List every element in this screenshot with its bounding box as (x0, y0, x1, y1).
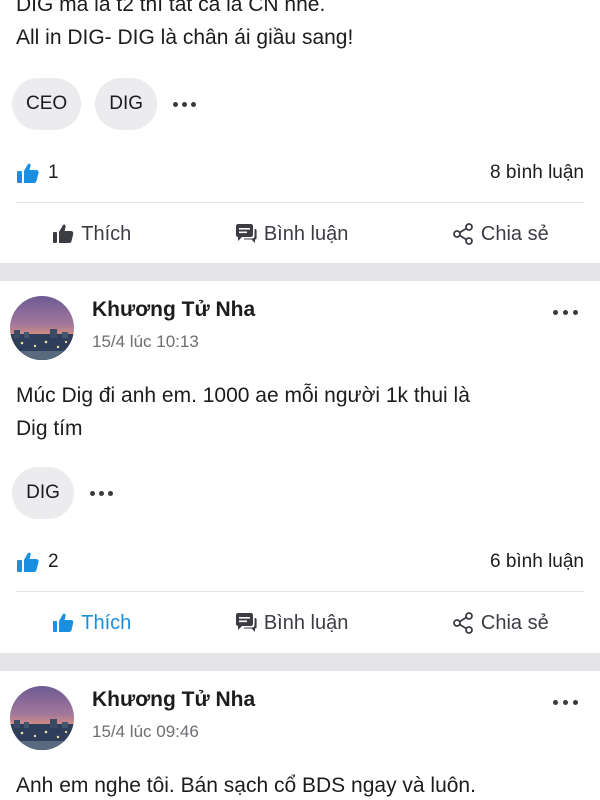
avatar-image (10, 296, 74, 360)
share-button-label: Chia sẻ (480, 222, 549, 245)
post-2-text: Múc Dig đi anh em. 1000 ae mỗi người 1k … (16, 379, 584, 445)
post-1-text-line2: All in DIG- DIG là chân ái giầu sang! (16, 26, 354, 49)
thumbs-up-icon (53, 224, 74, 243)
author-name[interactable]: Khương Tử Nha (92, 298, 255, 322)
share-button[interactable]: Chia sẻ (443, 607, 557, 639)
post-1-stats: 1 8 bình luận (16, 158, 584, 188)
post-1-text: DIG mà là t2 thì tất cả là CN nhé. All i… (16, 0, 584, 54)
like-button[interactable]: Thích (43, 607, 139, 639)
comment-count[interactable]: 6 bình luận (490, 551, 584, 573)
post-separator (0, 653, 600, 671)
like-summary[interactable]: 1 (16, 162, 59, 184)
post-1-tags: CEO DIG (12, 78, 198, 130)
post-2-text-line1: Múc Dig đi anh em. 1000 ae mỗi người 1k … (16, 384, 470, 407)
more-tags-icon[interactable] (88, 490, 115, 496)
post-2-divider (16, 591, 584, 592)
post-2-tags: DIG (12, 467, 115, 519)
share-button-label: Chia sẻ (480, 611, 549, 634)
comment-button-label: Bình luận (263, 611, 349, 634)
post-1-actions: Thích Bình luận Chia sẻ (0, 214, 600, 254)
more-tags-icon[interactable] (171, 101, 198, 107)
post-3: Khương Tử Nha 15/4 lúc 09:46 Anh em nghe… (0, 671, 600, 800)
share-icon (453, 612, 473, 634)
post-separator (0, 263, 600, 281)
like-summary[interactable]: 2 (16, 551, 59, 573)
tag-dig[interactable]: DIG (12, 467, 74, 519)
post-2-text-line2: Dig tím (16, 417, 83, 440)
share-icon (453, 223, 473, 245)
post-2-stats: 2 6 bình luận (16, 547, 584, 577)
comment-button-label: Bình luận (263, 222, 349, 245)
like-count-icon (17, 552, 39, 572)
comment-bubble-icon (235, 224, 257, 243)
thumbs-up-icon (53, 613, 74, 632)
avatar[interactable] (10, 296, 74, 360)
comment-bubble-icon (235, 613, 257, 632)
comment-button[interactable]: Bình luận (226, 218, 357, 250)
author-name[interactable]: Khương Tử Nha (92, 688, 255, 712)
post-2: Khương Tử Nha 15/4 lúc 10:13 Múc Dig đi … (0, 281, 600, 653)
tag-ceo[interactable]: CEO (12, 78, 82, 130)
like-count: 2 (48, 551, 59, 572)
post-1-text-line1: DIG mà là t2 thì tất cả là CN nhé. (16, 0, 326, 16)
like-button-label: Thích (81, 611, 132, 634)
post-3-text: Anh em nghe tôi. Bán sạch cổ BDS ngay và… (16, 769, 584, 800)
post-3-text-line1: Anh em nghe tôi. Bán sạch cổ BDS ngay và… (16, 774, 476, 797)
post-timestamp[interactable]: 15/4 lúc 10:13 (92, 332, 199, 352)
post-2-header: Khương Tử Nha 15/4 lúc 10:13 (0, 296, 600, 366)
post-menu-icon[interactable] (553, 700, 578, 705)
avatar[interactable] (10, 686, 74, 750)
post-1-divider (16, 202, 584, 203)
like-count-icon (17, 163, 39, 183)
comment-button[interactable]: Bình luận (226, 607, 357, 639)
comment-count[interactable]: 8 bình luận (490, 162, 584, 184)
tag-dig[interactable]: DIG (95, 78, 158, 130)
post-menu-icon[interactable] (553, 310, 578, 315)
like-button-label: Thích (81, 222, 132, 245)
like-count: 1 (48, 162, 59, 183)
post-1: DIG mà là t2 thì tất cả là CN nhé. All i… (0, 0, 600, 263)
avatar-image (10, 686, 74, 750)
like-button[interactable]: Thích (43, 218, 139, 250)
post-3-header: Khương Tử Nha 15/4 lúc 09:46 (0, 686, 600, 756)
post-timestamp[interactable]: 15/4 lúc 09:46 (92, 722, 199, 742)
post-2-actions: Thích Bình luận Chia sẻ (0, 603, 600, 643)
share-button[interactable]: Chia sẻ (443, 218, 557, 250)
